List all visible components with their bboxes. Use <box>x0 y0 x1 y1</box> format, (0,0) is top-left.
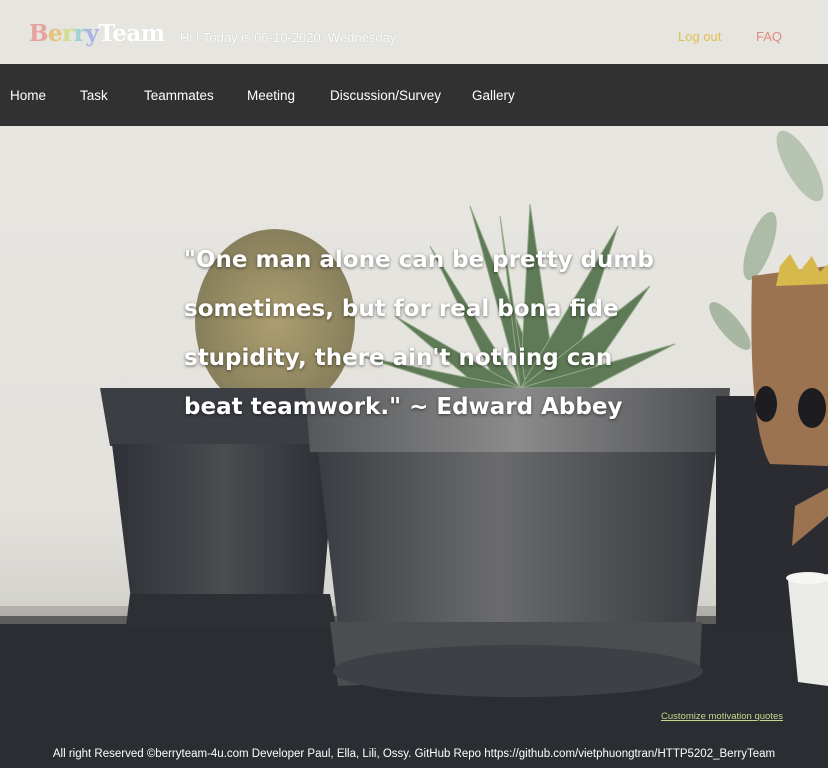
logo-letter: m <box>140 20 165 47</box>
logo-letter: B <box>29 20 48 47</box>
nav-gallery[interactable]: Gallery <box>472 88 515 103</box>
nav-task[interactable]: Task <box>80 88 108 103</box>
hero-background-image <box>0 130 828 768</box>
motivation-quote: "One man alone can be pretty dumb someti… <box>184 247 654 420</box>
berryteam-logo[interactable]: BerryTeam <box>29 20 165 47</box>
main-nav: Home Task Teammates Meeting Discussion/S… <box>0 64 828 126</box>
logo-letter: a <box>126 20 141 47</box>
logo-letter: e <box>112 20 127 47</box>
top-header: BerryTeam Hi ! Today is 06-10-2020, Wedn… <box>0 0 828 64</box>
logo-letter: r <box>73 20 86 47</box>
faq-link[interactable]: FAQ <box>756 29 782 44</box>
nav-meeting[interactable]: Meeting <box>247 88 295 103</box>
logo-letter: y <box>85 20 99 47</box>
nav-home[interactable]: Home <box>10 88 46 103</box>
logo-letter: e <box>47 20 63 47</box>
customize-quotes-link[interactable]: Customize motivation quotes <box>661 711 783 722</box>
hero-section: "One man alone can be pretty dumb someti… <box>0 126 828 768</box>
nav-teammates[interactable]: Teammates <box>144 88 214 103</box>
logo-letter: r <box>62 20 74 47</box>
date-greeting: Hi ! Today is 06-10-2020, Wednesday. <box>180 30 399 45</box>
nav-discussion-survey[interactable]: Discussion/Survey <box>330 88 441 103</box>
logo-letter: T <box>98 20 113 47</box>
footer-copyright: All right Reserved ©berryteam-4u.com Dev… <box>52 748 776 760</box>
logout-link[interactable]: Log out <box>678 29 721 44</box>
